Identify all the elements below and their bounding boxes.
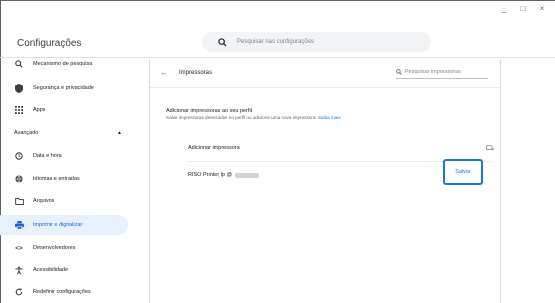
- sidebar-item-search-engine[interactable]: Mecanismo de pesquisa: [0, 54, 130, 74]
- sidebar-item-accessibility[interactable]: Acessibilidade: [0, 260, 130, 280]
- sidebar: Mecanismo de pesquisa Segurança e privac…: [0, 58, 130, 303]
- search-icon: [14, 59, 24, 69]
- sidebar-item-label: Mecanismo de pesquisa: [33, 61, 93, 67]
- sidebar-item-reset[interactable]: Redefinir configurações: [0, 282, 130, 302]
- sidebar-item-print-scan[interactable]: Imprimir e digitalizar: [0, 215, 128, 235]
- sidebar-item-apps[interactable]: Apps: [0, 100, 130, 120]
- printer-name: RISO Printer lp @: [188, 172, 260, 178]
- clock-icon: [14, 151, 24, 161]
- reset-icon: [14, 287, 24, 297]
- search-placeholder: Pesquisar impressoras: [405, 69, 461, 75]
- back-arrow-icon[interactable]: ←: [160, 68, 168, 77]
- printer-search-input[interactable]: Pesquisar impressoras: [396, 69, 488, 79]
- accessibility-icon: [14, 265, 24, 275]
- sidebar-item-label: Data e hora: [33, 153, 62, 159]
- add-printer-row[interactable]: Adicionar impressora: [188, 138, 494, 158]
- shield-icon: [14, 83, 24, 93]
- printers-card: ← Impressoras Pesquisar impressoras Adic…: [149, 60, 501, 303]
- settings-search-input[interactable]: Pesquisar nas configurações: [202, 32, 431, 52]
- sidebar-item-date-time[interactable]: Data e hora: [0, 146, 130, 166]
- maximize-button[interactable]: □: [518, 4, 528, 13]
- add-printer-label: Adicionar impressora: [188, 145, 240, 151]
- close-button[interactable]: ×: [537, 4, 547, 13]
- app-title: Configurações: [17, 38, 82, 49]
- minimize-button[interactable]: _: [499, 4, 509, 13]
- redacted-address: [235, 172, 260, 178]
- code-icon: <>: [15, 244, 23, 252]
- section-description: Salve impressoras detectadas no perfil o…: [166, 115, 341, 120]
- globe-icon: [14, 174, 24, 184]
- folder-icon: [14, 196, 24, 206]
- apps-grid-icon: [14, 105, 24, 115]
- search-icon: [396, 69, 402, 75]
- search-icon: [218, 37, 227, 47]
- sidebar-item-label: Desenvolvedores: [33, 245, 76, 251]
- printer-name-text: RISO Printer lp @: [188, 172, 233, 178]
- window-controls: _ □ ×: [499, 4, 547, 13]
- section-description-text: Salve impressoras detectadas no perfil o…: [166, 115, 317, 120]
- sidebar-item-label: Idiomas e entradas: [33, 176, 80, 182]
- learn-more-link[interactable]: Saiba mais: [318, 115, 341, 120]
- sidebar-item-languages[interactable]: Idiomas e entradas: [0, 169, 130, 189]
- sidebar-item-label: Redefinir configurações: [33, 289, 91, 295]
- advanced-label: Avançado: [14, 130, 39, 136]
- sidebar-item-label: Apps: [33, 107, 46, 113]
- sidebar-item-label: Imprimir e digitalizar: [33, 222, 83, 228]
- save-printer-button[interactable]: Salvar: [443, 159, 483, 185]
- printer-icon: [14, 220, 24, 230]
- sidebar-item-files[interactable]: Arquivos: [0, 191, 130, 211]
- add-printer-icon[interactable]: [486, 144, 494, 152]
- printers-topbar: ← Impressoras Pesquisar impressoras: [150, 60, 500, 88]
- page-title: Impressoras: [179, 70, 213, 76]
- sidebar-item-security[interactable]: Segurança e privacidade: [0, 78, 130, 98]
- chevron-up-icon: ▲: [117, 130, 122, 136]
- sidebar-item-developers[interactable]: <> Desenvolvedores: [0, 238, 130, 258]
- sidebar-item-label: Segurança e privacidade: [33, 85, 94, 91]
- sidebar-item-label: Acessibilidade: [33, 267, 69, 273]
- section-title: Adicionar impressoras ao seu perfil: [166, 108, 252, 114]
- search-placeholder: Pesquisar nas configurações: [237, 39, 315, 45]
- advanced-section-toggle[interactable]: Avançado ▲: [14, 130, 122, 136]
- sidebar-item-label: Arquivos: [33, 198, 55, 204]
